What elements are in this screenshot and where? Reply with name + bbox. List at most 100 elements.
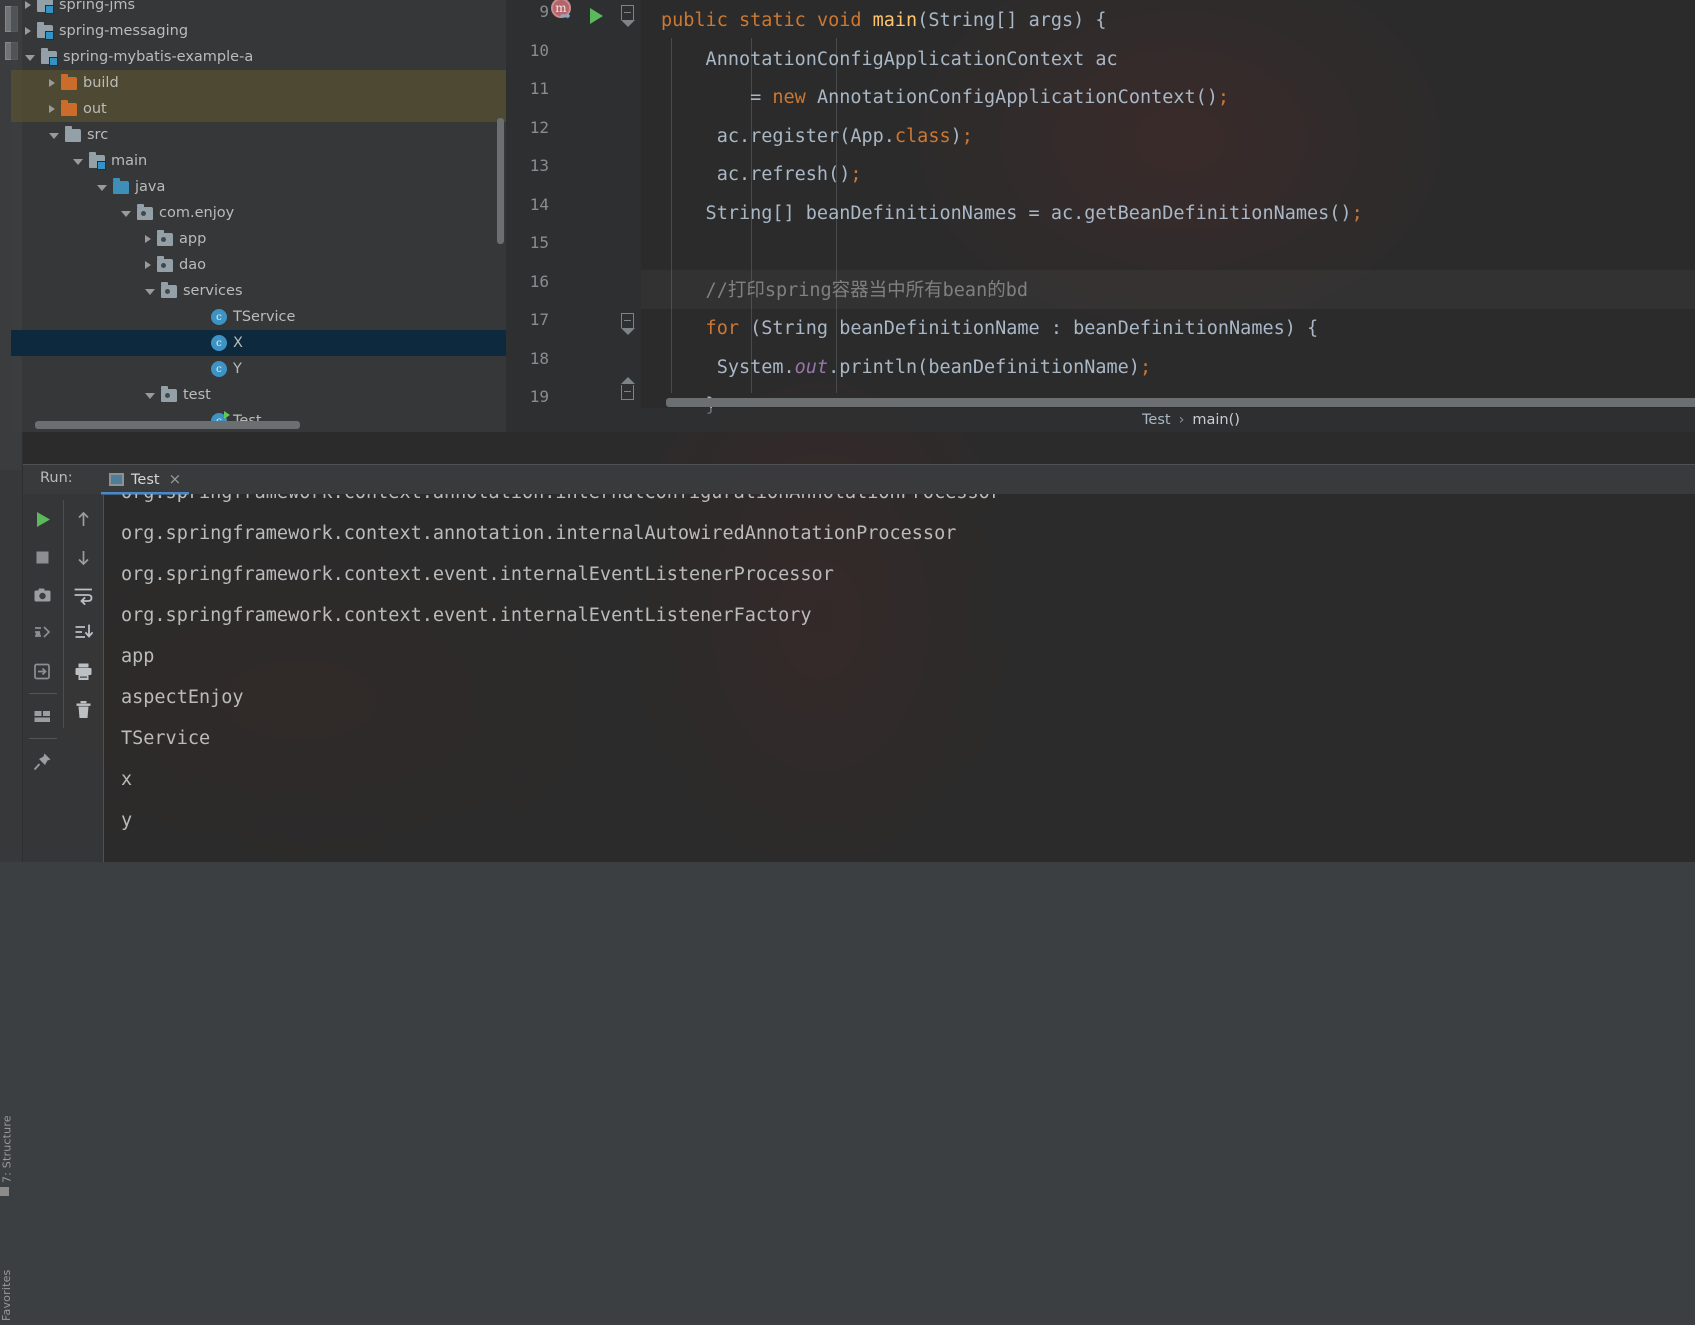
run-toolbar: [23, 494, 104, 862]
code-token-sem: ;: [850, 164, 861, 185]
breadcrumb-method[interactable]: main(): [1192, 412, 1240, 428]
breadcrumb-class[interactable]: Test: [1142, 412, 1171, 428]
ide-window: 7: Structure Favorites spring-jmsspring-…: [0, 0, 1695, 862]
rerun-button[interactable]: [23, 500, 63, 538]
restore-layout-button[interactable]: [23, 614, 63, 652]
code-token-pun: (String beanDefinitionName : beanDefinit…: [739, 318, 1318, 339]
close-icon[interactable]: ×: [169, 464, 182, 494]
up-the-stack-button[interactable]: [64, 500, 104, 538]
tree-item-build[interactable]: build: [11, 70, 506, 96]
tree-item-y[interactable]: cY: [11, 356, 506, 382]
console-line: TService: [121, 718, 210, 759]
tree-item-main[interactable]: main: [11, 148, 506, 174]
editor-gutter[interactable]: 910111213141516171819 m➥: [506, 0, 641, 432]
code-token-pun: .println(beanDefinitionName): [828, 357, 1140, 378]
package-icon: [157, 233, 173, 246]
print-button[interactable]: [64, 652, 104, 690]
code-token-kw: for: [661, 318, 739, 339]
code-line-12[interactable]: ac.register(App.class);: [661, 118, 973, 157]
chevron-down-icon[interactable]: [25, 55, 35, 61]
line-number: 18: [509, 349, 549, 368]
tree-item-spring-mybatis-example-a[interactable]: spring-mybatis-example-a: [11, 44, 506, 70]
console-line: org.springframework.context.event.intern…: [121, 595, 812, 636]
tree-item-spring-messaging[interactable]: spring-messaging: [11, 18, 506, 44]
code-line-10[interactable]: AnnotationConfigApplicationContext ac: [661, 41, 1118, 80]
editor-code-area[interactable]: public static void main(String[] args) {…: [641, 0, 1695, 432]
run-config-icon: [109, 473, 124, 486]
folder-icon: [65, 129, 81, 142]
tree-item-tservice[interactable]: cTService: [11, 304, 506, 330]
dump-threads-button[interactable]: [23, 576, 63, 614]
code-token-mth: main: [873, 10, 918, 31]
run-tool-window: Run: Test×: [0, 464, 1695, 862]
breadcrumb[interactable]: Test›main(): [641, 408, 1695, 432]
chevron-down-icon[interactable]: [49, 133, 59, 139]
chevron-right-icon[interactable]: [49, 79, 55, 87]
module-icon: [41, 51, 57, 64]
tree-item-label: spring-mybatis-example-a: [63, 49, 253, 65]
code-line-18[interactable]: System.out.println(beanDefinitionName);: [661, 349, 1151, 388]
chevron-right-icon[interactable]: [145, 261, 151, 269]
code-line-13[interactable]: ac.refresh();: [661, 156, 862, 195]
package-icon: [137, 207, 153, 220]
code-token-pun: String[] beanDefinitionNames = ac.getBea…: [661, 203, 1352, 224]
tree-item-test[interactable]: test: [11, 382, 506, 408]
tree-item-com-enjoy[interactable]: com.enjoy: [11, 200, 506, 226]
tree-item-x[interactable]: cX: [11, 330, 506, 356]
editor-horizontal-scrollbar[interactable]: [666, 398, 1695, 407]
chevron-right-icon[interactable]: [49, 105, 55, 113]
fold-collapse-icon-line17[interactable]: [621, 313, 634, 328]
tree-item-java[interactable]: java: [11, 174, 506, 200]
chevron-down-icon[interactable]: [73, 159, 83, 165]
module-icon: [37, 0, 53, 12]
tool-window-tab-structure[interactable]: 7: Structure: [0, 1060, 23, 1200]
soft-wrap-button[interactable]: [64, 576, 104, 614]
code-token-pun: [862, 10, 873, 31]
code-token-pun: (String[] args) {: [917, 10, 1106, 31]
project-tree-horizontal-scrollbar[interactable]: [35, 421, 300, 429]
tree-item-app[interactable]: app: [11, 226, 506, 252]
tree-item-src[interactable]: src: [11, 122, 506, 148]
chevron-down-icon[interactable]: [145, 289, 155, 295]
run-gutter-icon[interactable]: [590, 8, 603, 24]
project-tree-vertical-scrollbar[interactable]: [497, 118, 504, 244]
tree-item-spring-jms[interactable]: spring-jms: [11, 0, 506, 18]
fold-collapse-icon-line9[interactable]: [621, 5, 634, 20]
project-tree-panel[interactable]: spring-jmsspring-messaging spring-mybatis…: [11, 0, 506, 432]
chevron-right-icon[interactable]: [145, 235, 151, 243]
tree-item-dao[interactable]: dao: [11, 252, 506, 278]
code-token-pun: AnnotationConfigApplicationContext ac: [661, 49, 1118, 70]
folder-blue-icon: [113, 181, 129, 194]
clear-all-button[interactable]: [64, 690, 104, 728]
line-number: 15: [509, 233, 549, 252]
code-line-11[interactable]: = new AnnotationConfigApplicationContext…: [661, 79, 1229, 118]
code-line-16[interactable]: //打印spring容器当中所有bean的bd: [661, 272, 1028, 311]
tree-item-label: src: [87, 127, 108, 143]
console-output[interactable]: org.springframework.context.annotation.i…: [104, 494, 1695, 862]
run-tab-test[interactable]: Test×: [101, 465, 189, 495]
method-implemented-icon[interactable]: m➥: [551, 0, 571, 18]
code-token-kw: static: [739, 10, 806, 31]
code-token-kw: new: [772, 87, 805, 108]
stop-button[interactable]: [23, 538, 63, 576]
layout-settings-button[interactable]: [23, 697, 63, 735]
scroll-to-end-button[interactable]: [64, 614, 104, 652]
tree-item-services[interactable]: services: [11, 278, 506, 304]
down-the-stack-button[interactable]: [64, 538, 104, 576]
code-line-9[interactable]: public static void main(String[] args) {: [661, 2, 1107, 41]
tree-item-out[interactable]: out: [11, 96, 506, 122]
tree-item-label: Y: [233, 361, 242, 377]
fold-expand-icon-line19[interactable]: [621, 385, 634, 400]
tool-window-tab-structure-label: 7: Structure: [1, 1115, 14, 1183]
chevron-right-icon[interactable]: [25, 1, 31, 9]
chevron-right-icon[interactable]: [25, 27, 31, 35]
code-line-14[interactable]: String[] beanDefinitionNames = ac.getBea…: [661, 195, 1363, 234]
chevron-down-icon[interactable]: [97, 185, 107, 191]
code-editor[interactable]: 910111213141516171819 m➥ public s: [506, 0, 1695, 432]
code-line-17[interactable]: for (String beanDefinitionName : beanDef…: [661, 310, 1318, 349]
pin-tab-button[interactable]: [23, 742, 63, 780]
tool-window-tab-favorites[interactable]: Favorites: [0, 1215, 23, 1325]
chevron-down-icon[interactable]: [121, 211, 131, 217]
export-button[interactable]: [23, 652, 63, 690]
chevron-down-icon[interactable]: [145, 393, 155, 399]
